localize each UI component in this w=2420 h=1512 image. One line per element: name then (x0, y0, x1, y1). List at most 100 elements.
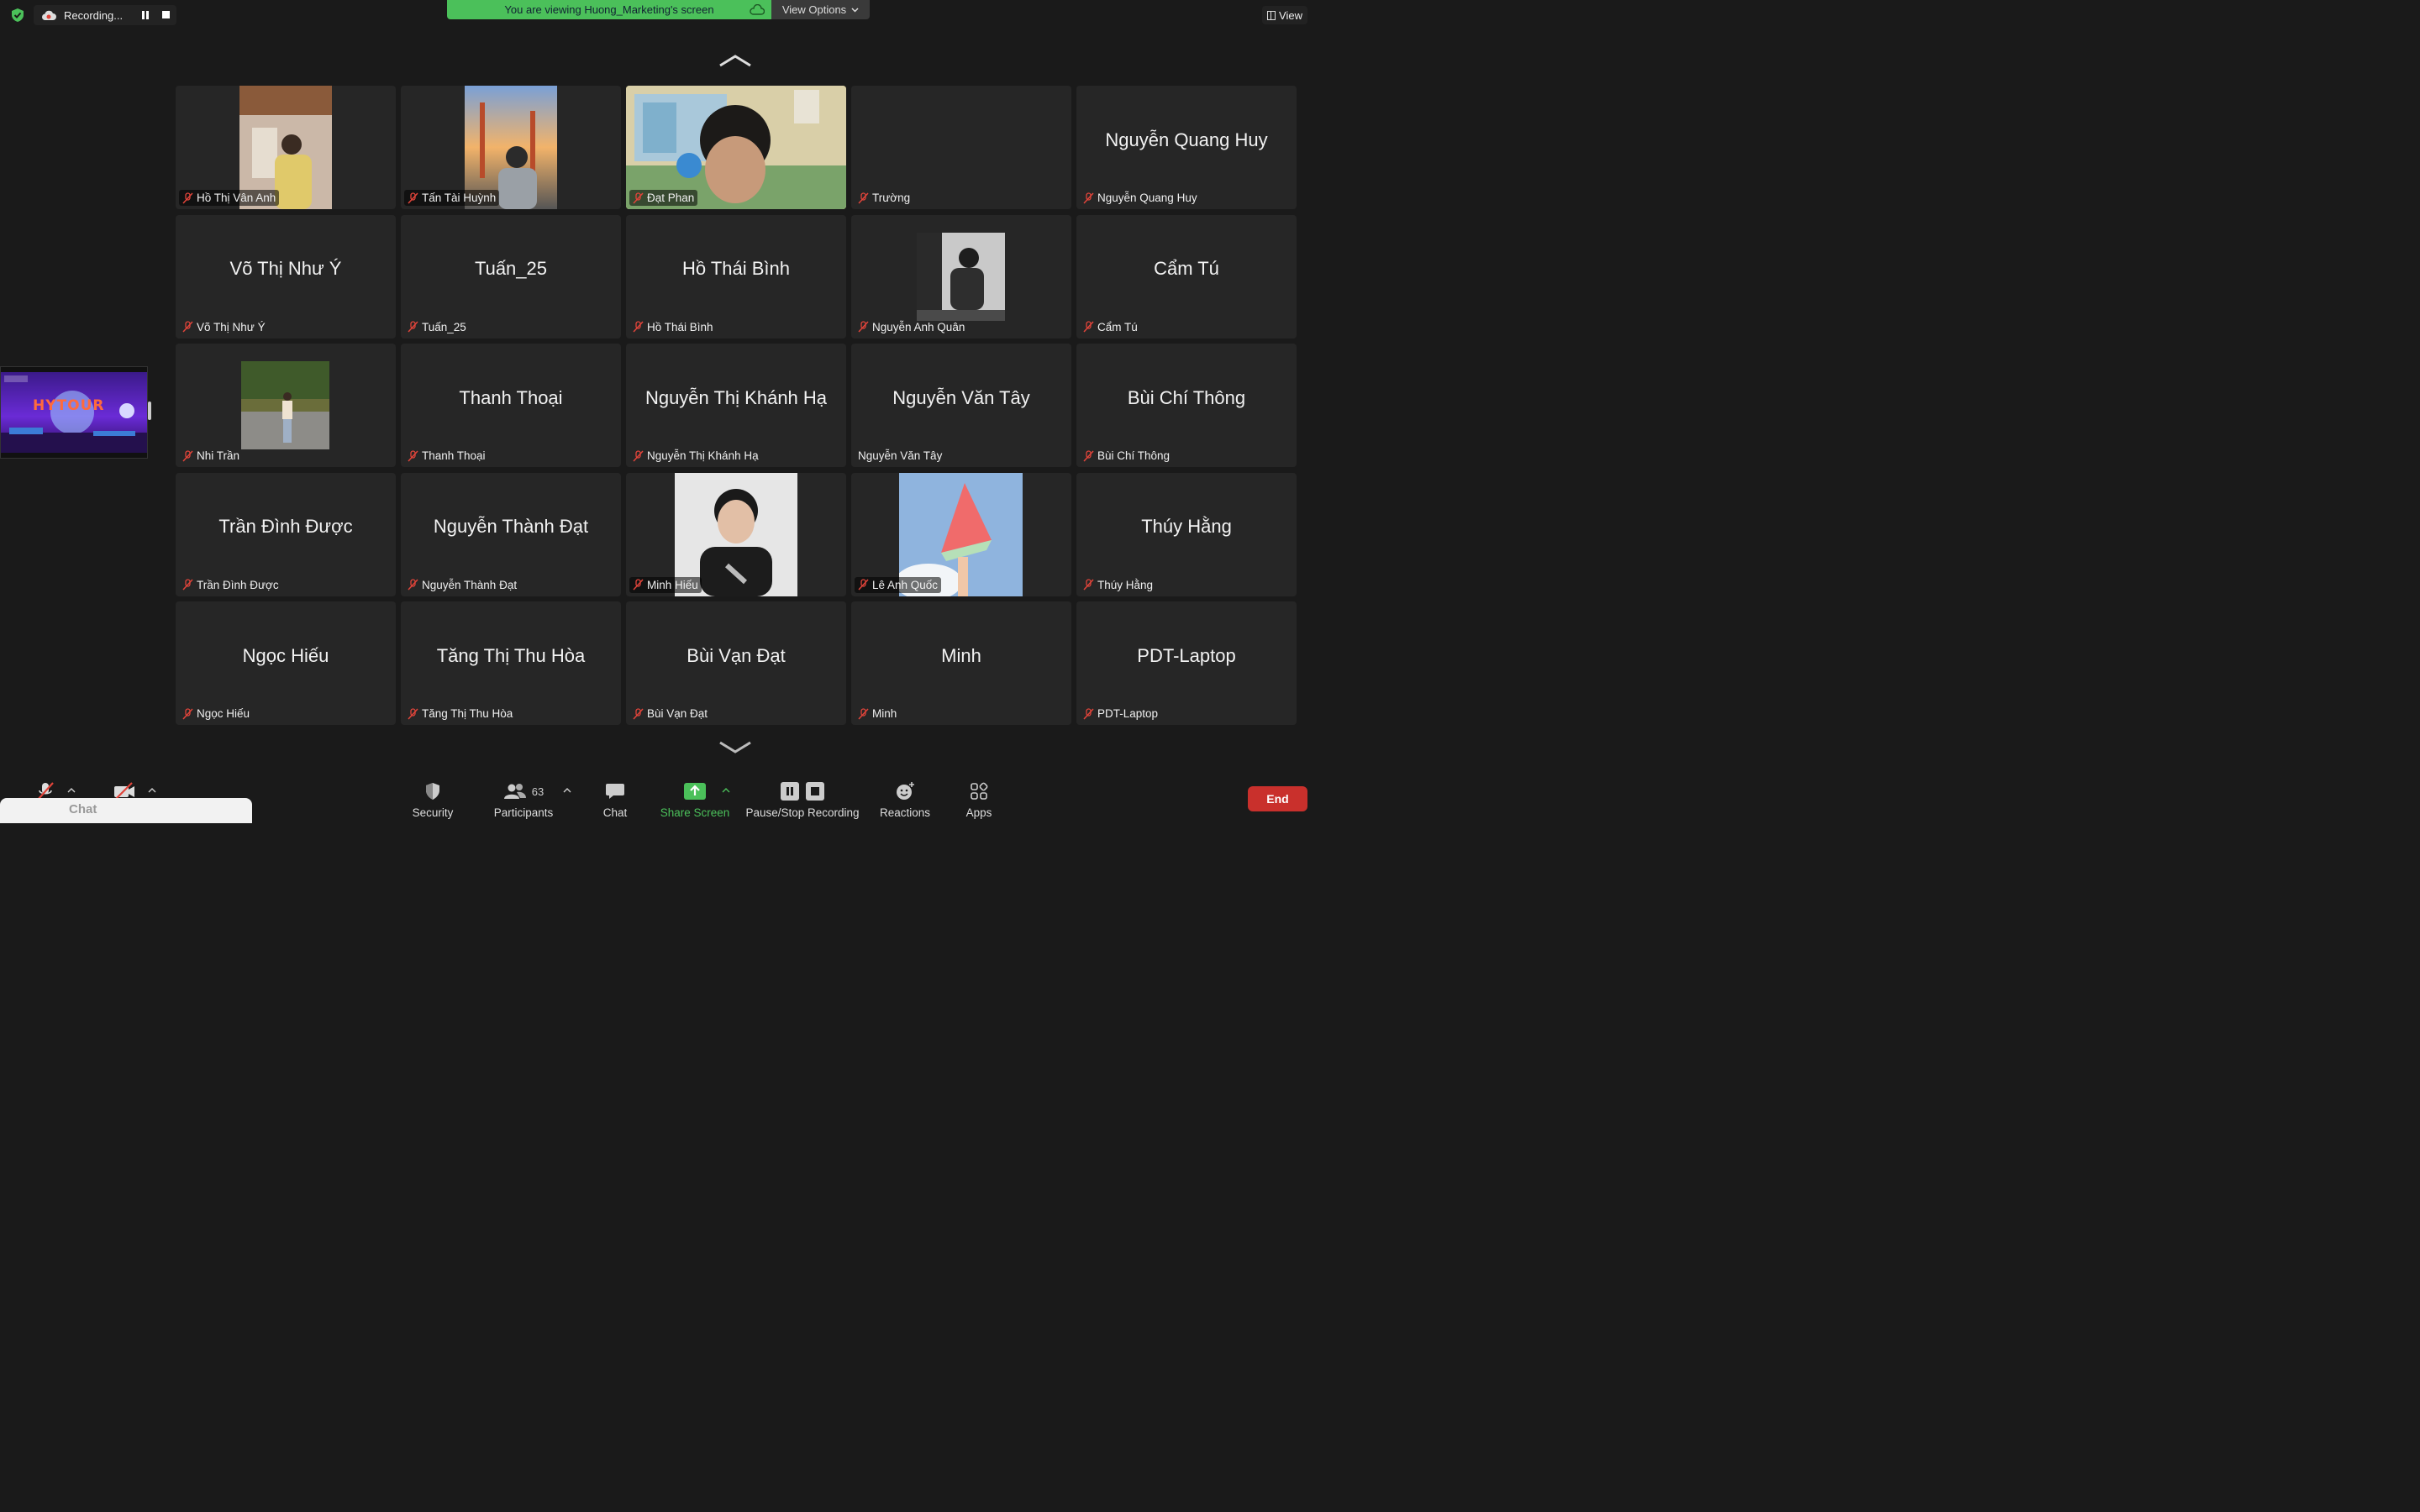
participant-tile[interactable]: Hồ Thị Vân Anh (176, 86, 396, 209)
view-button[interactable]: View (1262, 6, 1307, 24)
participant-tile[interactable]: PDT-Laptop PDT-Laptop (1076, 601, 1297, 725)
page-up-chevron-icon[interactable] (718, 52, 752, 69)
recording-label: Recording... (64, 8, 124, 22)
participant-tile[interactable]: Tăng Thị Thu Hòa Tăng Thị Thu Hòa (401, 601, 621, 725)
participant-tile[interactable]: Thúy Hằng Thúy Hằng (1076, 472, 1297, 596)
apps-button[interactable]: Apps (958, 774, 1000, 823)
security-button[interactable]: Security (403, 774, 462, 823)
participant-label: Nhi Trần (179, 448, 243, 464)
participant-tile[interactable]: Hồ Thái Bình Hồ Thái Bình (626, 214, 846, 339)
participant-tile[interactable]: Trường (851, 86, 1071, 209)
chevron-down-icon (851, 7, 859, 13)
participant-tile[interactable]: Trần Đình Được Trần Đình Được (176, 472, 396, 596)
participant-tile[interactable]: Bùi Vạn Đạt Bùi Vạn Đạt (626, 601, 846, 725)
participant-name: Thanh Thoại (422, 449, 486, 462)
participant-tile[interactable]: Tuấn_25 Tuấn_25 (401, 214, 621, 339)
participant-name: Minh Hiếu (647, 578, 698, 591)
participant-tile[interactable]: Minh Hiếu (626, 472, 846, 596)
participant-label: Minh (855, 706, 900, 722)
participant-label: Ngọc Hiếu (179, 706, 253, 722)
participant-name-center: Thúy Hằng (1141, 516, 1232, 537)
screen-share-banner: You are viewing Huong_Marketing's screen (447, 0, 771, 19)
participants-label: Participants (493, 806, 554, 819)
participant-tile[interactable]: Thanh Thoại Thanh Thoại (401, 344, 621, 467)
chat-panel-tab[interactable]: Chat (0, 798, 252, 823)
shield-icon (426, 783, 439, 800)
participant-label: Đạt Phan (629, 190, 698, 206)
participant-tile[interactable]: Cẩm Tú Cẩm Tú (1076, 214, 1297, 339)
mic-muted-icon (633, 579, 644, 591)
participant-label: Nguyễn Anh Quân (855, 319, 968, 335)
chat-button[interactable]: Chat (595, 774, 635, 823)
pause-icon (781, 782, 799, 801)
participant-count: 63 (531, 785, 544, 798)
participant-label: PDT-Laptop (1080, 706, 1161, 722)
reactions-button[interactable]: Reactions (876, 774, 934, 823)
viewing-text: You are viewing Huong_Marketing's screen (504, 3, 714, 16)
security-shield-icon (12, 8, 24, 22)
participant-tile[interactable]: Võ Thị Như Ý Võ Thị Như Ý (176, 214, 396, 339)
stop-recording-icon[interactable] (162, 11, 170, 18)
shared-screen-thumbnail[interactable]: HYTOUR (0, 366, 148, 459)
participant-name: Nguyễn Thị Khánh Hạ (647, 449, 759, 462)
participant-tile[interactable]: Nguyễn Quang Huy Nguyễn Quang Huy (1076, 86, 1297, 209)
pause-recording-icon[interactable] (141, 11, 150, 19)
participant-label: Hồ Thái Bình (629, 319, 717, 335)
participants-button[interactable]: 63 Participants (490, 774, 557, 823)
mic-muted-icon (182, 449, 193, 462)
participant-name: Tấn Tài Huỳnh (422, 192, 497, 204)
participant-tile[interactable]: Tấn Tài Huỳnh (401, 86, 621, 209)
participants-options-caret-icon[interactable] (563, 788, 571, 793)
participant-tile[interactable]: Bùi Chí Thông Bùi Chí Thông (1076, 344, 1297, 467)
participant-tile[interactable]: Ngọc Hiếu Ngọc Hiếu (176, 601, 396, 725)
pause-stop-recording-button[interactable]: Pause/Stop Recording (743, 774, 862, 823)
view-options-label: View Options (781, 3, 847, 16)
participant-tile[interactable]: Nguyễn Thành Đạt Nguyễn Thành Đạt (401, 472, 621, 596)
participant-tile[interactable]: Nguyễn Anh Quân (851, 214, 1071, 339)
chat-bubble-icon (606, 784, 624, 799)
audio-options-caret-icon[interactable] (67, 788, 76, 793)
stop-icon (806, 782, 824, 801)
share-options-caret-icon[interactable] (722, 788, 730, 793)
mic-muted-icon (858, 707, 869, 720)
participant-tile[interactable]: Lê Anh Quốc (851, 472, 1071, 596)
participant-name: Nguyễn Quang Huy (1097, 192, 1197, 204)
participant-name: Thúy Hằng (1097, 578, 1154, 591)
recording-indicator: Recording... (34, 5, 176, 25)
participant-name: Tăng Thị Thu Hòa (422, 707, 513, 720)
participant-tile[interactable]: Nguyễn Thị Khánh Hạ Nguyễn Thị Khánh Hạ (626, 344, 846, 467)
cloud-icon (750, 4, 765, 15)
participant-tile-active-speaker[interactable]: Đạt Phan (626, 86, 846, 209)
participant-name-center: Tuấn_25 (474, 258, 548, 279)
participant-label: Trần Đình Được (179, 577, 282, 593)
participant-label: Bùi Chí Thông (1080, 448, 1173, 464)
participant-label: Trường (855, 190, 913, 206)
participant-tile[interactable]: Nguyễn Văn Tây Nguyễn Văn Tây (851, 344, 1071, 467)
participant-name: Võ Thị Như Ý (197, 320, 266, 333)
participant-name: Nhi Trần (197, 449, 240, 462)
participant-label: Hồ Thị Vân Anh (179, 190, 280, 206)
mic-muted-icon (633, 192, 644, 204)
page-down-chevron-icon[interactable] (718, 739, 752, 756)
participant-label: Cẩm Tú (1080, 319, 1141, 335)
participant-tile[interactable]: Nhi Trần (176, 344, 396, 467)
share-screen-arrow-icon (684, 783, 706, 800)
share-screen-button[interactable]: Share Screen (659, 774, 731, 823)
mic-muted-icon (858, 579, 869, 591)
view-options-dropdown[interactable]: View Options (771, 0, 870, 19)
mic-muted-icon (408, 192, 418, 204)
participant-tile[interactable]: Minh Minh (851, 601, 1071, 725)
mic-muted-icon (408, 707, 418, 720)
video-options-caret-icon[interactable] (148, 788, 156, 793)
mic-muted-icon (408, 449, 418, 462)
end-meeting-button[interactable]: End (1248, 786, 1307, 811)
shared-screen-title: HYTOUR (33, 397, 105, 414)
participant-name-center: Cẩm Tú (1154, 258, 1219, 279)
mic-muted-icon (633, 449, 644, 462)
reactions-label: Reactions (879, 806, 931, 819)
mic-muted-icon (633, 707, 644, 720)
thumbnail-resize-handle[interactable] (148, 402, 151, 420)
participant-name: Nguyễn Anh Quân (872, 320, 965, 333)
participant-label: Thanh Thoại (404, 448, 489, 464)
participant-name-center (626, 86, 846, 194)
